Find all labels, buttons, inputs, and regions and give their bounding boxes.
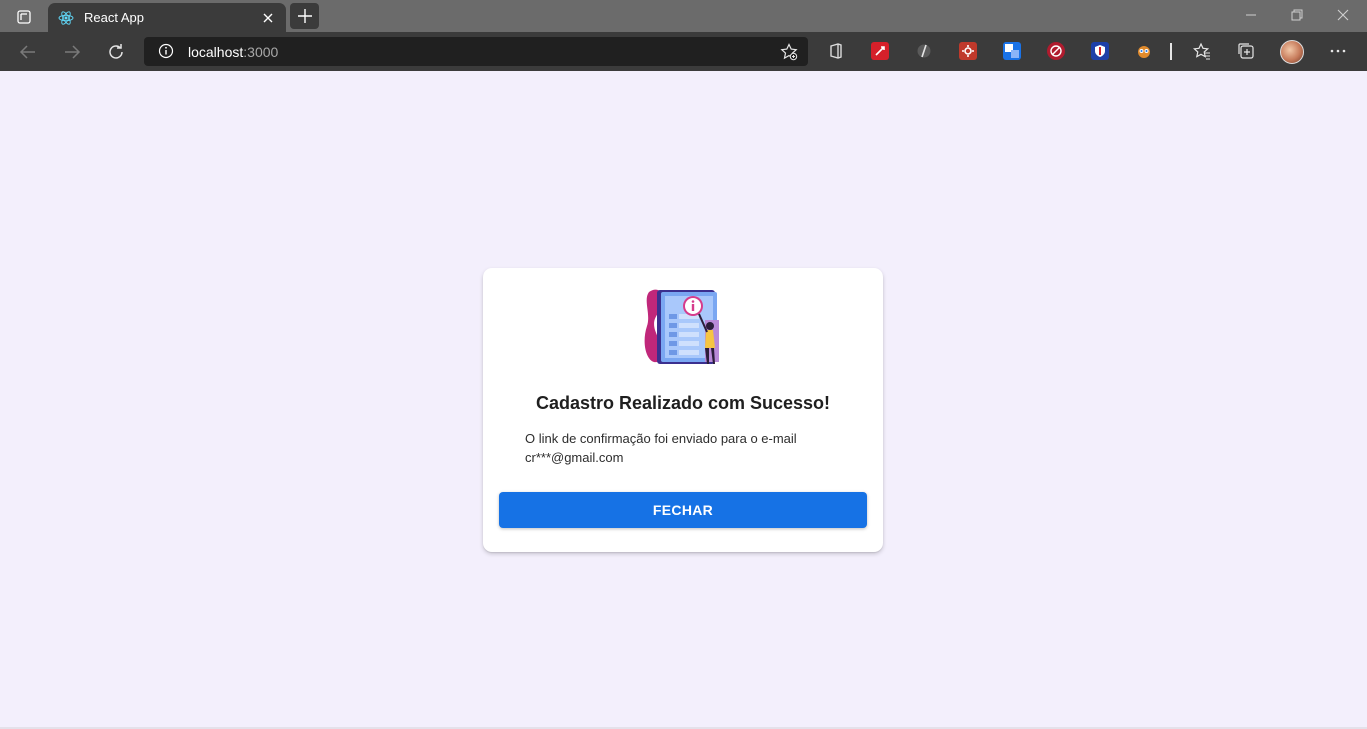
dialog-title: Cadastro Realizado com Sucesso! (535, 393, 831, 413)
back-button[interactable] (17, 41, 39, 63)
block-extension-icon[interactable] (1047, 42, 1065, 60)
url-host: localhost (188, 44, 244, 60)
more-menu-icon[interactable] (1329, 42, 1347, 60)
tab-close-icon[interactable] (260, 10, 276, 26)
dark-reader-extension-icon[interactable] (915, 42, 933, 60)
browser-toolbar: localhost:3000 (0, 32, 1367, 71)
tab-title: React App (84, 10, 144, 25)
owl-extension-icon[interactable] (1135, 42, 1153, 60)
collections-icon[interactable] (1237, 42, 1255, 60)
minimize-button[interactable] (1243, 7, 1259, 23)
success-dialog: Cadastro Realizado com Sucesso! O link d… (483, 268, 883, 552)
arrow-right-icon (65, 45, 81, 59)
url-text[interactable]: localhost:3000 (188, 44, 278, 60)
red-extension-icon[interactable] (871, 42, 889, 60)
url-port: :3000 (243, 44, 279, 60)
dialog-message: O link de confirmação foi enviado para o… (525, 429, 825, 467)
office-extension-icon[interactable] (827, 42, 845, 60)
react-logo-icon (58, 10, 74, 26)
new-tab-button[interactable] (290, 3, 319, 29)
toolbar-divider (1170, 43, 1172, 60)
refresh-icon (109, 44, 123, 59)
refresh-button[interactable] (105, 41, 127, 63)
arrow-left-icon (19, 45, 35, 59)
browser-tabstrip: React App (0, 0, 1367, 32)
shield-extension-icon[interactable] (1091, 42, 1109, 60)
tab-actions-icon[interactable] (10, 6, 38, 28)
restore-button[interactable] (1289, 7, 1305, 23)
dialog-message-email: cr***@gmail.com (525, 450, 624, 465)
address-bar[interactable]: localhost:3000 (144, 37, 808, 66)
gear-extension-icon[interactable] (959, 42, 977, 60)
dialog-message-text: O link de confirmação foi enviado para o… (525, 431, 797, 446)
info-icon[interactable] (158, 43, 174, 59)
plus-icon (297, 9, 312, 23)
close-window-button[interactable] (1335, 7, 1351, 23)
information-illustration (644, 289, 719, 364)
close-button[interactable]: FECHAR (499, 492, 867, 528)
browser-tab[interactable]: React App (48, 3, 286, 32)
forward-button[interactable] (61, 41, 83, 63)
profile-avatar[interactable] (1280, 40, 1304, 64)
add-favorite-icon[interactable] (780, 43, 798, 61)
favorites-icon[interactable] (1193, 42, 1211, 60)
translate-extension-icon[interactable] (1003, 42, 1021, 60)
